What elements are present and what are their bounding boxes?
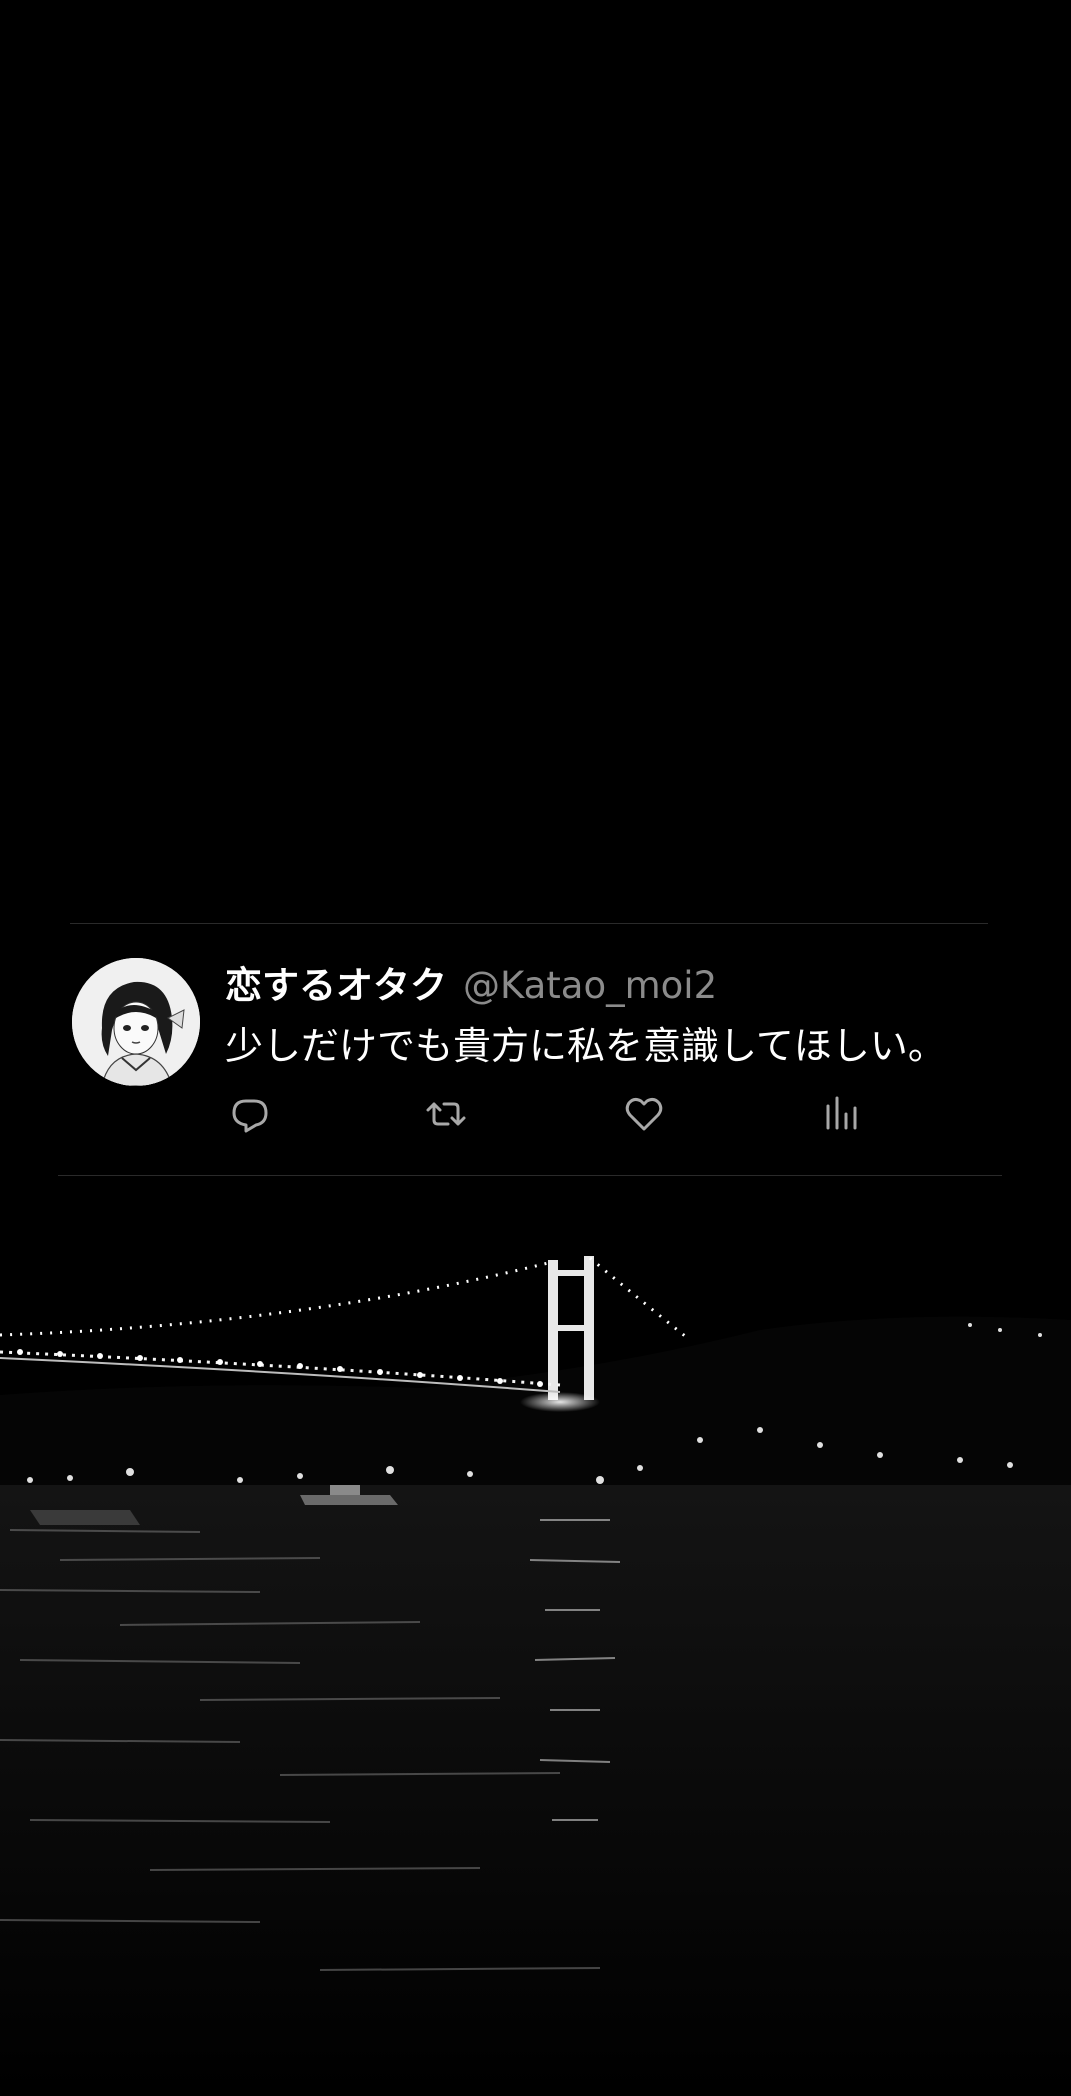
reply-button[interactable] — [226, 1090, 274, 1138]
divider-bottom — [58, 1175, 1002, 1176]
tweet-text: 少しだけでも貴方に私を意識してほしい。 — [225, 1024, 946, 1068]
retweet-icon — [426, 1102, 466, 1126]
tweet-header: 恋するオタク @Katao_moi2 — [225, 955, 717, 1009]
divider-top — [70, 923, 988, 924]
reply-icon — [232, 1099, 268, 1133]
analytics-icon — [826, 1096, 857, 1130]
like-button[interactable] — [620, 1090, 668, 1138]
avatar-illustration — [72, 958, 200, 1086]
retweet-button[interactable] — [422, 1090, 470, 1138]
avatar[interactable] — [72, 958, 200, 1086]
bridge-scene — [0, 1230, 1071, 2096]
like-icon — [625, 1097, 663, 1131]
display-name[interactable]: 恋するオタク — [225, 964, 447, 1007]
user-handle[interactable]: @Katao_moi2 — [463, 964, 717, 1007]
night-bridge-photo — [0, 1230, 1071, 2096]
analytics-button[interactable] — [818, 1090, 866, 1138]
